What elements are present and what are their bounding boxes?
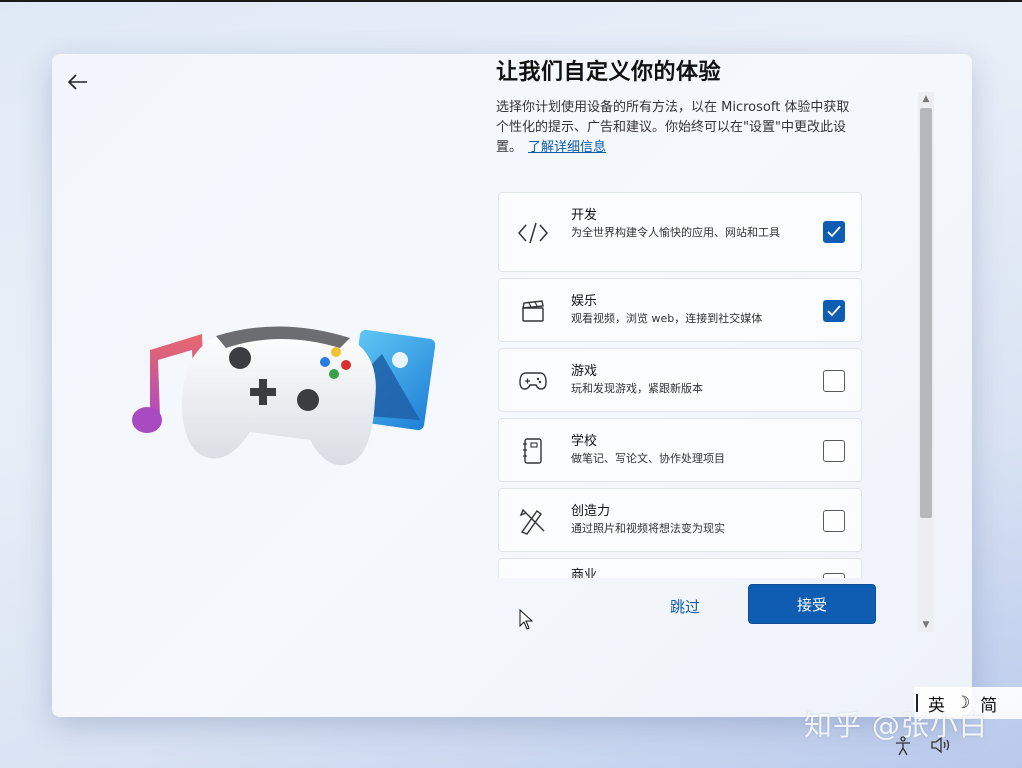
option-card-creativity[interactable]: 创造力 通过照片和视频将想法变为现实 [498,488,862,552]
option-name: 游戏 [571,364,598,379]
option-card-business[interactable]: 商业 [498,558,862,578]
learn-more-link[interactable]: 了解详细信息 [528,140,606,155]
pen-brush-icon [517,505,549,537]
option-checkbox-school[interactable] [823,440,845,462]
options-scrollbar[interactable]: ▲ ▼ [918,92,934,632]
system-tray [894,736,952,756]
briefcase-icon [517,575,549,578]
option-name: 开发 [571,208,598,223]
option-desc: 观看视频，浏览 web，连接到社交媒体 [571,312,763,325]
checkmark-icon [827,305,841,317]
option-desc: 玩和发现游戏，紧跟新版本 [571,382,703,395]
option-name: 娱乐 [571,294,598,309]
option-checkbox-entertainment[interactable] [823,300,845,322]
option-desc: 通过照片和视频将想法变为现实 [571,522,725,535]
option-card-school[interactable]: 学校 做笔记、写论文、协作处理项目 [498,418,862,482]
checkmark-icon [827,226,841,238]
option-desc: 为全世界构建令人愉快的应用、网站和工具 [571,226,780,239]
option-checkbox-business[interactable] [823,573,845,578]
option-name: 学校 [571,434,598,449]
top-edge-line [0,0,1022,2]
scroll-up-arrow-icon[interactable]: ▲ [918,92,934,106]
option-card-gaming[interactable]: 游戏 玩和发现游戏，紧跟新版本 [498,348,862,412]
option-checkbox-creativity[interactable] [823,510,845,532]
option-checkbox-gaming[interactable] [823,370,845,392]
scroll-down-arrow-icon[interactable]: ▼ [918,618,934,632]
clapperboard-icon [517,295,549,327]
notebook-icon [517,435,549,467]
option-checkbox-development[interactable] [823,221,845,243]
back-arrow-icon [68,74,87,90]
page-title: 让我们自定义你的体验 [496,60,722,85]
gamepad-icon [517,365,549,397]
page-description: 选择你计划使用设备的所有方法，以在 Microsoft 体验中获取个性化的提示、… [496,98,860,158]
scroll-thumb[interactable] [920,108,932,518]
skip-button[interactable]: 跳过 [658,594,712,618]
accessibility-icon[interactable] [894,736,912,756]
volume-icon[interactable] [930,736,952,754]
option-name: 创造力 [571,504,611,519]
option-name: 商业 [571,568,598,578]
option-desc: 做笔记、写论文、协作处理项目 [571,452,725,465]
gamepad-illustration [181,326,376,466]
hero-illustration [132,326,435,466]
mouse-cursor-icon [519,609,534,630]
accept-button[interactable]: 接受 [748,584,876,624]
option-list: 开发 为全世界构建令人愉快的应用、网站和工具 娱乐 观看视频，浏览 web，连接… [498,192,864,578]
option-card-entertainment[interactable]: 娱乐 观看视频，浏览 web，连接到社交媒体 [498,278,862,342]
code-icon [517,217,549,249]
option-card-development[interactable]: 开发 为全世界构建令人愉快的应用、网站和工具 [498,192,862,272]
back-button[interactable] [64,68,92,96]
